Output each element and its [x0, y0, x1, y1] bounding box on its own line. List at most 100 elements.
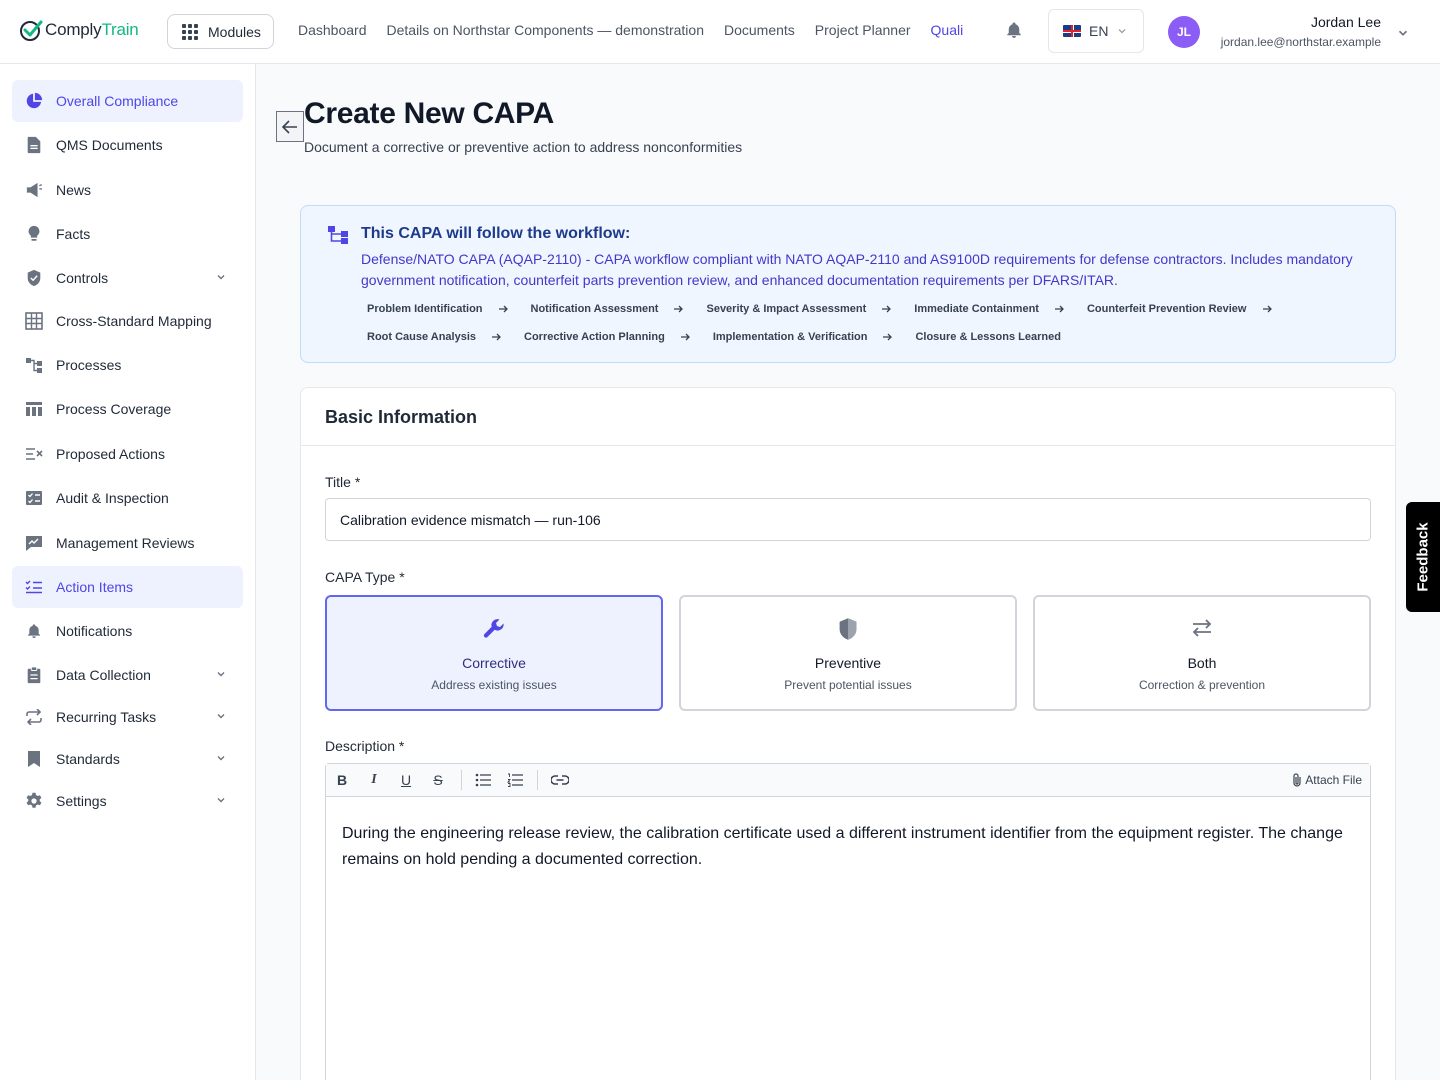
feedback-label: Feedback — [1414, 522, 1432, 592]
sidebar-item-cross-standard-mapping[interactable]: Cross-Standard Mapping — [12, 300, 243, 342]
strikethrough-icon[interactable]: S — [427, 770, 449, 790]
nav-quali[interactable]: Quali — [931, 22, 964, 38]
workflow-title: This CAPA will follow the workflow: — [361, 225, 631, 242]
sidebar-item-processes[interactable]: Processes — [12, 344, 243, 386]
app-logo[interactable]: ComplyTrain — [19, 18, 139, 42]
capa-type-name: Both — [1187, 655, 1217, 671]
user-email: jordan.lee@northstar.example — [1220, 35, 1381, 49]
sidebar-item-action-items[interactable]: Action Items — [12, 566, 243, 608]
nav-project-details[interactable]: Details on Northstar Components — demons… — [387, 22, 704, 38]
sidebar-item-recurring-tasks[interactable]: Recurring Tasks — [12, 696, 243, 738]
table-grid-icon — [25, 312, 43, 330]
back-button[interactable] — [276, 111, 304, 142]
clipboard-icon — [25, 666, 43, 684]
sidebar-item-proposed-actions[interactable]: Proposed Actions — [12, 433, 243, 475]
arrow-right-icon — [498, 305, 508, 313]
link-icon[interactable] — [549, 770, 571, 790]
title-label: Title * — [325, 474, 361, 490]
capa-type-label: CAPA Type * — [325, 569, 405, 585]
description-editor: B I U S Attach File During the engineeri… — [325, 763, 1371, 1080]
logo-text-part1: Comply — [45, 20, 102, 39]
bullet-list-icon[interactable] — [472, 770, 494, 790]
chart-review-icon — [25, 534, 43, 552]
workflow-step: Closure & Lessons Learned — [915, 331, 1061, 343]
card-header: Basic Information — [301, 388, 1395, 446]
paperclip-icon — [1293, 773, 1301, 787]
description-text[interactable]: During the engineering release review, t… — [342, 821, 1352, 873]
basic-information-card: Basic Information Title * CAPA Type * Co… — [300, 387, 1396, 1080]
sidebar-item-qms-documents[interactable]: QMS Documents — [12, 124, 243, 166]
arrow-right-icon — [680, 333, 690, 341]
editor-toolbar: B I U S Attach File — [326, 764, 1370, 797]
capa-type-description: Prevent potential issues — [784, 678, 912, 692]
document-icon — [25, 136, 43, 154]
sidebar-item-overall-compliance[interactable]: Overall Compliance — [12, 80, 243, 122]
sidebar-item-notifications[interactable]: Notifications — [12, 610, 243, 652]
user-name: Jordan Lee — [1310, 14, 1381, 30]
sidebar-item-news[interactable]: News — [12, 169, 243, 211]
checklist-icon — [25, 489, 43, 507]
numbered-list-icon[interactable] — [504, 770, 526, 790]
language-label: EN — [1089, 23, 1109, 39]
logo-text-part2: Train — [101, 20, 139, 39]
capa-type-name: Corrective — [462, 655, 526, 671]
sidebar-item-label: Cross-Standard Mapping — [56, 313, 212, 329]
chevron-down-icon — [217, 798, 225, 803]
arrow-right-icon — [674, 305, 684, 313]
sidebar-item-audit-inspection[interactable]: Audit & Inspection — [12, 477, 243, 519]
sidebar-item-facts[interactable]: Facts — [12, 213, 243, 255]
modules-button[interactable]: Modules — [167, 14, 274, 49]
sidebar-item-standards[interactable]: Standards — [12, 738, 243, 780]
list-check-icon — [25, 578, 43, 596]
sidebar-item-label: Standards — [56, 751, 120, 767]
title-input[interactable] — [325, 498, 1371, 541]
sidebar-item-label: Overall Compliance — [56, 93, 179, 109]
shield-icon — [25, 269, 43, 287]
sidebar-item-data-collection[interactable]: Data Collection — [12, 654, 243, 696]
repeat-icon — [25, 708, 43, 726]
underline-icon[interactable]: U — [395, 770, 417, 790]
sidebar-item-controls[interactable]: Controls — [12, 257, 243, 299]
columns-icon — [25, 400, 43, 418]
italic-icon[interactable]: I — [363, 770, 385, 790]
capa-type-corrective[interactable]: Corrective Address existing issues — [325, 595, 663, 711]
nav-dashboard[interactable]: Dashboard — [298, 22, 367, 38]
sidebar: Overall Compliance QMS Documents News Fa… — [0, 64, 256, 1080]
attach-file-button[interactable]: Attach File — [1292, 772, 1362, 788]
bell-icon — [25, 622, 43, 640]
sidebar-item-process-coverage[interactable]: Process Coverage — [12, 388, 243, 430]
sidebar-item-label: Settings — [56, 793, 107, 809]
swap-arrows-icon — [1035, 617, 1369, 639]
page-title: Create New CAPA — [304, 97, 555, 130]
check-logo-icon — [20, 20, 43, 41]
bold-icon[interactable]: B — [331, 770, 353, 790]
capa-type-both[interactable]: Both Correction & prevention — [1033, 595, 1371, 711]
capa-type-preventive[interactable]: Preventive Prevent potential issues — [679, 595, 1017, 711]
workflow-step: Counterfeit Prevention Review — [1081, 300, 1289, 318]
sidebar-item-label: News — [56, 182, 92, 198]
avatar: JL — [1168, 16, 1200, 48]
user-menu[interactable]: JL Jordan Lee jordan.lee@northstar.examp… — [1168, 14, 1418, 50]
workflow-step: Notification Assessment — [525, 300, 701, 318]
toolbar-divider — [461, 770, 462, 790]
feedback-tab[interactable]: Feedback — [1406, 502, 1440, 612]
sidebar-item-label: Facts — [56, 226, 91, 242]
sidebar-item-label: Action Items — [56, 579, 134, 595]
gear-icon — [25, 792, 43, 810]
nav-project-planner[interactable]: Project Planner — [815, 22, 911, 38]
nav-documents[interactable]: Documents — [724, 22, 795, 38]
language-selector[interactable]: EN — [1048, 9, 1144, 53]
sidebar-item-label: Proposed Actions — [56, 446, 165, 462]
workflow-step: Immediate Containment — [908, 300, 1081, 318]
sidebar-item-settings[interactable]: Settings — [12, 780, 243, 822]
sidebar-item-management-reviews[interactable]: Management Reviews — [12, 522, 243, 564]
arrow-left-icon — [281, 119, 297, 134]
bell-icon[interactable] — [1005, 21, 1023, 39]
workflow-steps: Problem Identification Notification Asse… — [361, 300, 1381, 346]
workflow-step: Corrective Action Planning — [518, 328, 707, 346]
flow-icon — [25, 356, 43, 374]
workflow-step: Root Cause Analysis — [361, 328, 518, 346]
modules-label: Modules — [208, 23, 261, 40]
capa-type-description: Correction & prevention — [1138, 678, 1266, 692]
chevron-down-icon — [217, 714, 225, 719]
